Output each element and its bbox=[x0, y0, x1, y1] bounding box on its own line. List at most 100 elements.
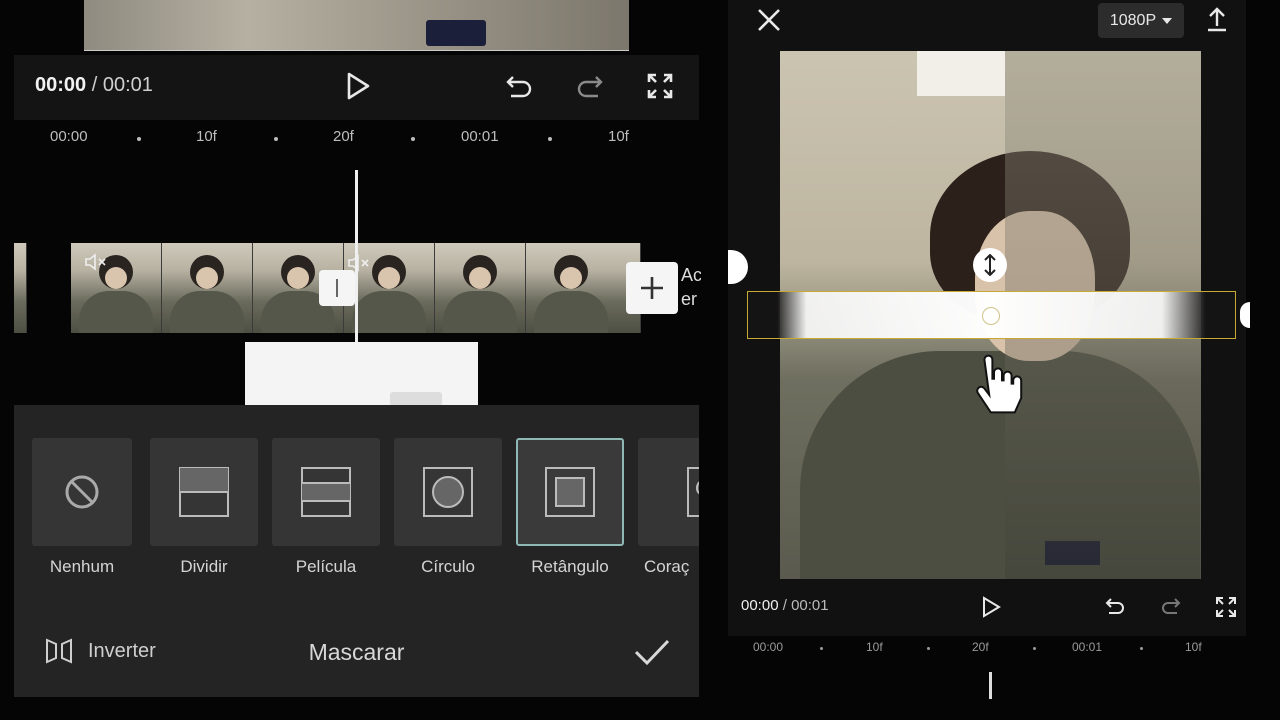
mask-center-point[interactable] bbox=[982, 307, 1000, 325]
ruler-dot bbox=[137, 137, 141, 141]
time-separator: / bbox=[86, 74, 103, 96]
upload-icon bbox=[1208, 7, 1226, 32]
preview-current-time: 00:00 bbox=[741, 597, 779, 614]
confirm-button[interactable] bbox=[632, 634, 672, 670]
preview-fullscreen-button[interactable] bbox=[1213, 594, 1239, 620]
mask-option-split[interactable] bbox=[150, 438, 258, 546]
caret-down-icon bbox=[1162, 17, 1173, 24]
ruler-tick: 20f bbox=[972, 640, 989, 654]
no-mask-icon bbox=[65, 475, 99, 509]
invert-icon bbox=[46, 638, 72, 664]
fullscreen-icon bbox=[647, 73, 673, 99]
ruler-tick: 10f bbox=[608, 128, 629, 145]
check-icon bbox=[634, 639, 670, 666]
shirt-badge bbox=[426, 20, 486, 46]
playhead[interactable] bbox=[355, 170, 358, 342]
rectangle-mask-icon bbox=[545, 467, 595, 517]
duration-badge bbox=[390, 392, 442, 406]
close-button[interactable] bbox=[754, 5, 784, 35]
resolution-dropdown[interactable]: 1080P bbox=[1098, 3, 1184, 38]
preview-redo-button[interactable] bbox=[1158, 594, 1184, 620]
undo-button[interactable] bbox=[503, 71, 535, 101]
ruler-dot bbox=[927, 647, 930, 650]
redo-button[interactable] bbox=[574, 71, 606, 101]
prev-clip-edge[interactable] bbox=[14, 243, 27, 333]
preview-time-display: 00:00 / 00:01 bbox=[741, 597, 829, 614]
mask-option-label: Dividir bbox=[180, 557, 228, 576]
timeline-ruler: 00:00 10f 20f 00:01 10f bbox=[14, 128, 699, 152]
redo-icon bbox=[1162, 598, 1181, 614]
total-time: 00:01 bbox=[102, 74, 153, 96]
ruler-dot bbox=[274, 137, 278, 141]
ruler-dot bbox=[1140, 647, 1143, 650]
ruler-dot bbox=[411, 137, 415, 141]
clip-thumbnail bbox=[435, 243, 526, 333]
ruler-dot bbox=[1033, 647, 1036, 650]
mask-option-label: Nenhum bbox=[49, 557, 115, 576]
ruler-tick: 00:01 bbox=[1072, 640, 1103, 654]
preview-timeline-ruler: 00:00 10f 20f 00:01 10f bbox=[728, 640, 1246, 660]
preview-undo-button[interactable] bbox=[1102, 594, 1128, 620]
ceiling-light bbox=[917, 51, 1005, 96]
play-button[interactable] bbox=[343, 71, 373, 101]
ruler-tick: 20f bbox=[333, 128, 354, 145]
preview-time-separator: / bbox=[778, 597, 792, 614]
mask-panel-title: Mascarar bbox=[308, 639, 405, 665]
add-clip-button[interactable] bbox=[626, 262, 678, 314]
undo-icon bbox=[506, 76, 532, 98]
mask-overlay-track[interactable] bbox=[245, 342, 478, 406]
vertical-resize-icon bbox=[984, 254, 996, 276]
redo-icon bbox=[577, 76, 603, 98]
close-icon bbox=[758, 9, 780, 31]
preview-play-button[interactable] bbox=[978, 594, 1004, 620]
heart-mask-icon bbox=[687, 467, 699, 517]
mask-option-rectangle[interactable] bbox=[516, 438, 624, 546]
fullscreen-button[interactable] bbox=[645, 71, 675, 101]
add-clip-label: Ac er bbox=[681, 265, 701, 309]
play-icon bbox=[983, 596, 1001, 618]
editor-panel: 00:00 / 00:01 00:00 10f 20f 00:01 10f Ac… bbox=[14, 0, 701, 700]
film-mask-icon bbox=[301, 467, 351, 517]
fullscreen-icon bbox=[1216, 597, 1236, 617]
circle-mask-icon bbox=[423, 467, 473, 517]
ruler-tick: 00:00 bbox=[753, 640, 784, 654]
mask-option-none[interactable] bbox=[32, 438, 132, 546]
clip-split-handle[interactable] bbox=[319, 270, 355, 306]
play-icon bbox=[347, 72, 370, 100]
mask-option-circle[interactable] bbox=[394, 438, 502, 546]
player-controls: 00:00 / 00:01 bbox=[14, 55, 699, 120]
preview-total-time: 00:01 bbox=[791, 597, 829, 614]
mask-option-label: Retângulo bbox=[531, 557, 609, 576]
ruler-tick: 00:01 bbox=[461, 128, 499, 145]
mask-option-film[interactable] bbox=[272, 438, 380, 546]
video-preview-top bbox=[84, 0, 629, 51]
handle-bar-icon bbox=[336, 279, 338, 297]
undo-icon bbox=[1105, 598, 1124, 614]
current-time: 00:00 bbox=[35, 74, 87, 96]
mask-option-label: Película bbox=[295, 557, 357, 576]
mask-height-handle[interactable] bbox=[973, 248, 1007, 282]
plus-icon bbox=[641, 277, 663, 299]
invert-label: Inverter bbox=[88, 639, 156, 662]
export-button[interactable] bbox=[1202, 4, 1232, 34]
ruler-tick: 10f bbox=[866, 640, 883, 654]
resolution-label: 1080P bbox=[1109, 11, 1157, 29]
mask-option-heart[interactable] bbox=[638, 438, 699, 546]
hand-cursor-icon bbox=[970, 350, 1030, 430]
split-mask-icon bbox=[179, 467, 229, 517]
ruler-tick: 00:00 bbox=[50, 128, 88, 145]
mute-audio-icon[interactable] bbox=[84, 253, 110, 273]
invert-button[interactable]: Inverter bbox=[44, 635, 156, 667]
ruler-tick: 10f bbox=[1185, 640, 1202, 654]
mask-panel: Nenhum Dividir Película Círculo Retângul… bbox=[14, 405, 699, 697]
mask-side-handle[interactable] bbox=[1240, 302, 1250, 328]
clip-thumbnail bbox=[162, 243, 253, 333]
clip-thumbnail bbox=[526, 243, 641, 333]
mask-option-label: Círculo bbox=[421, 557, 475, 576]
mask-option-label: Coraç bbox=[644, 557, 690, 576]
ruler-tick: 10f bbox=[196, 128, 217, 145]
preview-playhead[interactable] bbox=[989, 672, 992, 699]
time-display: 00:00 / 00:01 bbox=[35, 74, 153, 97]
ruler-dot bbox=[820, 647, 823, 650]
ruler-dot bbox=[548, 137, 552, 141]
